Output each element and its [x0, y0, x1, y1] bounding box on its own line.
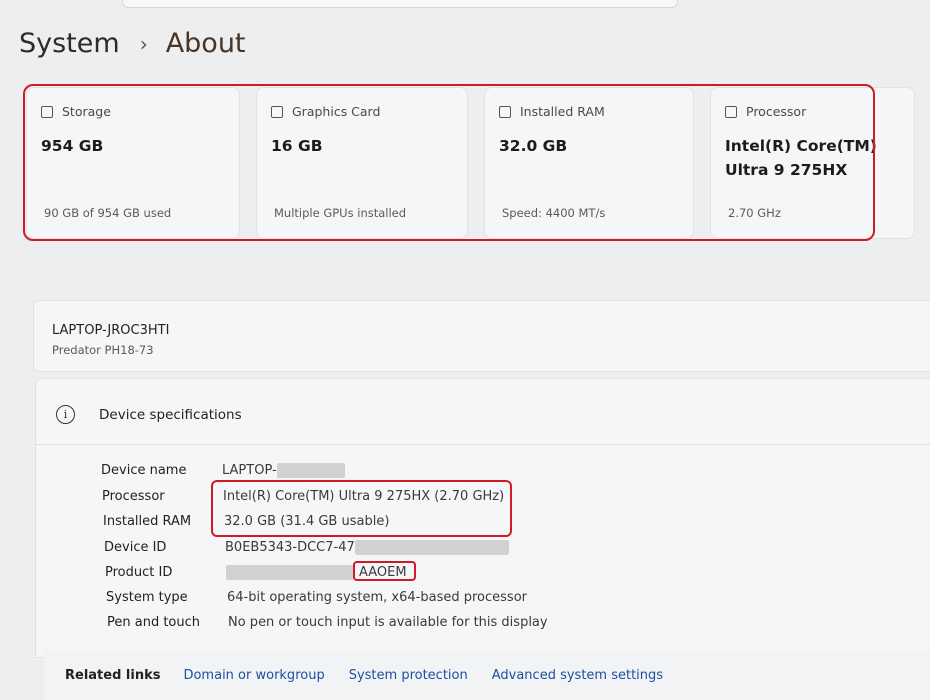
card-value: 16 GB: [271, 137, 323, 155]
card-subtext: Multiple GPUs installed: [274, 206, 407, 220]
processor-card[interactable]: Processor Intel(R) Core(TM) Ultra 9 275H…: [710, 87, 915, 239]
card-value: 32.0 GB: [499, 137, 568, 155]
card-value-line: Ultra 9 275HX: [725, 161, 848, 179]
device-name-card[interactable]: LAPTOP-JROC3HTI Predator PH18-73: [33, 300, 930, 372]
card-subtext: 90 GB of 954 GB used: [44, 206, 172, 220]
device-model: Predator PH18-73: [52, 343, 154, 357]
spec-value: LAPTOP-: [222, 463, 345, 478]
card-header: Graphics Card: [271, 104, 380, 119]
card-header: Installed RAM: [499, 104, 605, 119]
spec-label: Device name: [101, 463, 187, 478]
spec-value: B0EB5343-DCC7-47: [225, 540, 509, 555]
search-box[interactable]: [122, 0, 678, 8]
spec-title: Device specifications: [99, 407, 242, 423]
card-title: Graphics Card: [292, 104, 381, 119]
spec-header[interactable]: i Device specifications: [36, 379, 930, 445]
breadcrumb: System › About: [19, 28, 246, 59]
advanced-system-settings-link[interactable]: Advanced system settings: [492, 668, 663, 683]
chevron-right-icon: ›: [139, 31, 148, 56]
spec-value-text: LAPTOP-: [222, 463, 277, 478]
card-header: Storage: [41, 104, 111, 119]
spec-row-system-type: System type 64-bit operating system, x64…: [106, 590, 527, 605]
ram-icon: [499, 105, 511, 118]
storage-card[interactable]: Storage 954 GB 90 GB of 954 GB used: [26, 87, 240, 239]
ram-card[interactable]: Installed RAM 32.0 GB Speed: 4400 MT/s: [484, 87, 694, 239]
device-name: LAPTOP-JROC3HTI: [52, 323, 170, 338]
spec-value-text: AAOEM: [359, 565, 407, 580]
spec-value-text: B0EB5343-DCC7-47: [225, 540, 355, 555]
domain-workgroup-link[interactable]: Domain or workgroup: [183, 668, 324, 683]
related-links-bar: Related links Domain or workgroup System…: [44, 650, 930, 700]
page-title: About: [165, 28, 246, 59]
spec-value: Intel(R) Core(TM) Ultra 9 275HX (2.70 GH…: [223, 489, 505, 504]
spec-value: 32.0 GB (31.4 GB usable): [224, 514, 390, 529]
spec-value: AAOEM: [226, 565, 407, 580]
spec-row-installed-ram: Installed RAM 32.0 GB (31.4 GB usable): [103, 514, 389, 529]
card-value: 954 GB: [41, 137, 104, 155]
gpu-icon: [271, 105, 283, 118]
spec-row-pen-touch: Pen and touch No pen or touch input is a…: [107, 615, 548, 630]
card-title: Storage: [62, 104, 111, 119]
spec-label: Device ID: [104, 540, 167, 555]
spec-row-product-id: Product ID AAOEM: [105, 565, 407, 580]
card-subtext: Speed: 4400 MT/s: [502, 206, 606, 220]
cpu-icon: [725, 105, 737, 118]
spec-label: System type: [106, 590, 188, 605]
spec-row-device-name: Device name LAPTOP-: [101, 463, 345, 478]
summary-cards: Storage 954 GB 90 GB of 954 GB used Grap…: [26, 87, 916, 240]
spec-label: Processor: [102, 489, 165, 504]
card-header: Processor: [725, 104, 806, 119]
storage-icon: [41, 105, 53, 118]
redacted-block: [276, 463, 345, 478]
breadcrumb-parent[interactable]: System: [19, 28, 120, 59]
card-subtext: 2.70 GHz: [728, 206, 781, 220]
spec-label: Pen and touch: [107, 615, 201, 630]
card-value-line: Intel(R) Core(TM): [725, 137, 877, 155]
redacted-block: [226, 565, 354, 580]
system-protection-link[interactable]: System protection: [349, 668, 468, 683]
info-icon: i: [56, 405, 75, 424]
spec-label: Installed RAM: [103, 514, 192, 529]
redacted-block: [354, 540, 509, 555]
card-title: Processor: [746, 104, 807, 119]
spec-value: 64-bit operating system, x64-based proce…: [227, 590, 527, 605]
spec-row-processor: Processor Intel(R) Core(TM) Ultra 9 275H…: [102, 489, 504, 504]
card-value: Intel(R) Core(TM) Ultra 9 275HX: [725, 134, 877, 182]
spec-label: Product ID: [105, 565, 173, 580]
card-title: Installed RAM: [520, 104, 605, 119]
spec-row-device-id: Device ID B0EB5343-DCC7-47: [104, 540, 509, 555]
related-links-label: Related links: [65, 667, 161, 683]
spec-value: No pen or touch input is available for t…: [228, 615, 548, 630]
graphics-card[interactable]: Graphics Card 16 GB Multiple GPUs instal…: [256, 87, 468, 239]
